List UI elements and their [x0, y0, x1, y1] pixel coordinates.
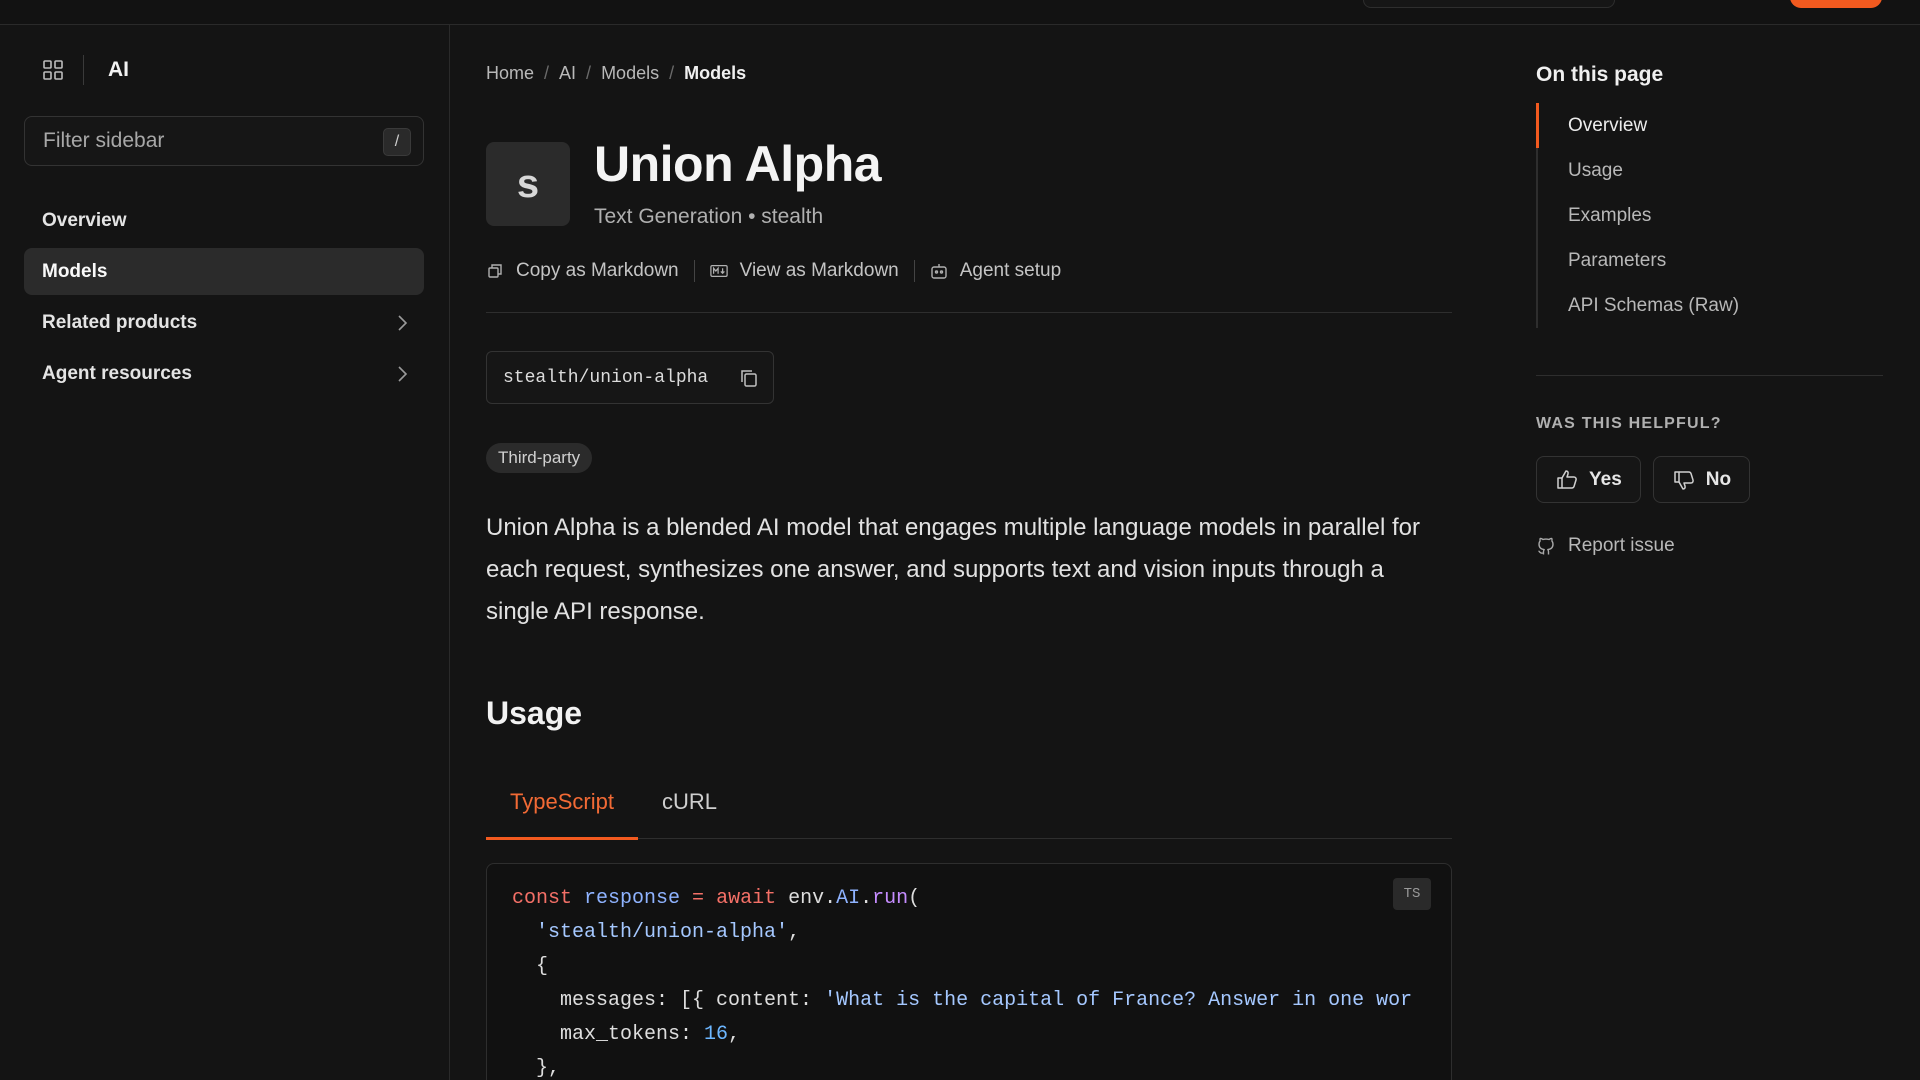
breadcrumb: Home / AI / Models / Models — [486, 63, 746, 84]
copy-as-markdown-label: Copy as Markdown — [516, 260, 679, 281]
toc-item-parameters[interactable]: Parameters — [1538, 238, 1836, 283]
thumbs-up-icon — [1555, 468, 1579, 492]
sidebar-item-related-products[interactable]: Related products — [24, 299, 424, 346]
copy-as-markdown-button[interactable]: Copy as Markdown — [486, 260, 679, 282]
toc-item-overview[interactable]: Overview — [1536, 103, 1836, 148]
breadcrumb-models[interactable]: Models — [601, 63, 659, 84]
sidebar-item-agent-resources[interactable]: Agent resources — [24, 350, 424, 397]
no-label: No — [1705, 468, 1732, 490]
yes-label: Yes — [1589, 468, 1622, 490]
robot-icon — [930, 262, 948, 280]
third-party-badge: Third-party — [486, 443, 593, 473]
header-divider-line — [486, 312, 1452, 313]
agent-setup-label: Agent setup — [959, 260, 1062, 281]
code-token: , — [728, 1023, 741, 1046]
code-token: = — [680, 887, 717, 910]
code-token: const — [512, 887, 573, 910]
code-token: max_tokens: — [560, 1023, 705, 1046]
sidebar-item-label: Related products — [42, 311, 198, 333]
view-as-markdown-button[interactable]: View as Markdown — [709, 260, 899, 282]
breadcrumb-separator: / — [586, 63, 592, 83]
sidebar-title: AI — [108, 58, 129, 81]
code-token: env. — [776, 887, 837, 910]
header-cta-button[interactable] — [1790, 0, 1882, 8]
feedback-question: WAS THIS HELPFUL? — [1536, 415, 1722, 432]
code-token: messages: [{ content: — [560, 989, 825, 1012]
model-id-text: stealth/union-alpha — [503, 367, 709, 388]
breadcrumb-ai[interactable]: AI — [559, 63, 576, 84]
code-token: await — [716, 887, 777, 910]
sidebar-nav: Overview Models Related products Agent r… — [24, 197, 424, 401]
code-block[interactable]: TS const response = await env.AI.run( 's… — [486, 863, 1452, 1080]
sidebar-header: AI — [42, 55, 129, 85]
sidebar-item-label: Overview — [42, 209, 127, 231]
markdown-icon — [709, 262, 728, 280]
view-as-markdown-label: View as Markdown — [739, 260, 899, 281]
code-token: }, — [536, 1057, 561, 1080]
code-tabs: TypeScript cURL — [486, 789, 1452, 840]
page-actions: Copy as Markdown View as Markdown Agent … — [486, 260, 1061, 282]
code-token: response — [584, 887, 681, 910]
thumbs-down-icon — [1672, 468, 1696, 492]
toc-item-api-schemas[interactable]: API Schemas (Raw) — [1538, 283, 1836, 328]
toc-divider — [1536, 375, 1883, 376]
tab-curl[interactable]: cURL — [638, 789, 741, 839]
sidebar-item-models[interactable]: Models — [24, 248, 424, 295]
code-token: . — [860, 887, 873, 910]
chevron-right-icon[interactable] — [392, 312, 412, 334]
breadcrumb-separator: / — [669, 63, 675, 83]
sidebar-item-overview[interactable]: Overview — [24, 197, 424, 244]
code-token: 16 — [704, 1023, 729, 1046]
code-token: 'stealth/union-alpha' — [536, 921, 789, 944]
product-grid-icon[interactable] — [42, 59, 64, 81]
copy-icon[interactable] — [739, 368, 759, 388]
toc-item-examples[interactable]: Examples — [1538, 193, 1836, 238]
page-title: Union Alpha — [594, 136, 882, 192]
breadcrumb-current: Models — [684, 63, 747, 83]
copy-icon — [486, 262, 504, 280]
breadcrumb-home[interactable]: Home — [486, 63, 534, 84]
tab-typescript[interactable]: TypeScript — [486, 789, 638, 840]
github-icon — [1536, 536, 1556, 556]
code-token: , — [788, 921, 801, 944]
sidebar-item-label: Agent resources — [42, 362, 192, 384]
code-token: 'What is the capital of France? Answer i… — [824, 989, 1413, 1012]
yes-button[interactable]: Yes — [1536, 456, 1641, 503]
code-token: run — [872, 887, 909, 910]
model-subtitle: Text Generation • stealth — [594, 205, 824, 228]
global-search-input[interactable] — [1363, 0, 1615, 8]
code-token: ( — [908, 887, 921, 910]
filter-shortcut-key: / — [383, 128, 411, 156]
toc-item-usage[interactable]: Usage — [1538, 148, 1836, 193]
chevron-right-icon[interactable] — [392, 363, 412, 385]
action-divider — [913, 260, 915, 282]
top-bar — [0, 0, 1920, 25]
report-issue-label: Report issue — [1568, 535, 1675, 556]
code-snippet: const response = await env.AI.run( 'stea… — [512, 882, 1412, 1080]
code-token: { — [536, 955, 549, 978]
usage-heading: Usage — [486, 695, 583, 731]
action-divider — [693, 260, 695, 282]
feedback-buttons: Yes No — [1536, 456, 1751, 503]
sidebar-item-label: Models — [42, 260, 108, 282]
toc-title: On this page — [1536, 63, 1664, 86]
filter-sidebar-input[interactable] — [43, 129, 363, 153]
report-issue-link[interactable]: Report issue — [1536, 535, 1675, 557]
toc-list: Overview Usage Examples Parameters API S… — [1536, 103, 1836, 328]
model-description: Union Alpha is a blended AI model that e… — [486, 514, 1420, 625]
code-token: AI — [836, 887, 861, 910]
filter-sidebar-field: / — [24, 116, 424, 166]
model-id-chip: stealth/union-alpha — [486, 351, 774, 404]
sidebar: AI / Overview Models Related products Ag… — [0, 25, 450, 1080]
agent-setup-button[interactable]: Agent setup — [930, 260, 1061, 282]
no-button[interactable]: No — [1652, 456, 1751, 503]
breadcrumb-separator: / — [544, 63, 550, 83]
model-avatar: s — [486, 142, 570, 226]
header-divider — [83, 55, 84, 85]
